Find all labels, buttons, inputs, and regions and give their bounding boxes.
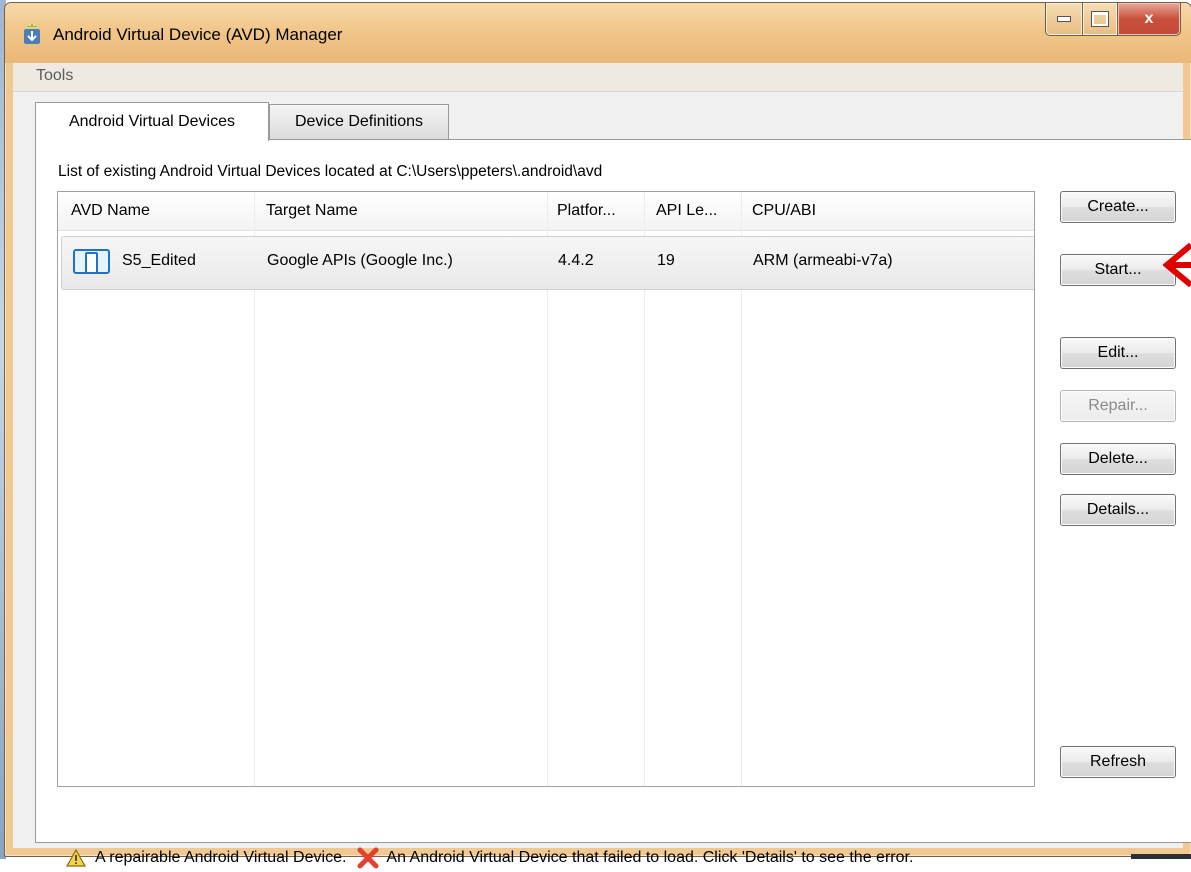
tab-device-definitions[interactable]: Device Definitions (269, 104, 449, 139)
avd-location-label: List of existing Android Virtual Devices… (58, 163, 603, 180)
column-header-target-name[interactable]: Target Name (266, 202, 358, 220)
red-arrow-icon (1163, 243, 1191, 287)
menu-bar: Tools (13, 63, 1183, 92)
column-header-avd-name[interactable]: AVD Name (71, 202, 150, 220)
refresh-button[interactable]: Refresh (1060, 746, 1176, 778)
window-title: Android Virtual Device (AVD) Manager (53, 25, 343, 44)
details-button[interactable]: Details... (1060, 494, 1176, 526)
column-header-api-level[interactable]: API Le... (656, 202, 717, 220)
legend-failed-text: An Android Virtual Device that failed to… (386, 849, 914, 866)
taskbar-edge (1131, 854, 1191, 859)
device-icon (73, 249, 110, 274)
minimize-button[interactable] (1045, 3, 1083, 36)
android-download-icon (24, 24, 40, 44)
maximize-icon (1091, 11, 1109, 27)
table-header: AVD Name Target Name Platfor... API Le..… (58, 192, 1034, 231)
cell-api-level: 19 (657, 252, 675, 269)
title-bar[interactable]: Android Virtual Device (AVD) Manager x (5, 3, 1191, 63)
cell-target-name: Google APIs (Google Inc.) (267, 252, 453, 269)
warning-triangle-icon (66, 849, 86, 867)
minimize-icon (1057, 16, 1071, 22)
maximize-button[interactable] (1083, 3, 1118, 36)
edit-button[interactable]: Edit... (1060, 337, 1176, 369)
column-header-platform[interactable]: Platfor... (557, 202, 616, 220)
client-area: Android Virtual Devices Device Definitio… (13, 92, 1191, 869)
avd-table: AVD Name Target Name Platfor... API Le..… (57, 191, 1035, 787)
avd-manager-window: Android Virtual Device (AVD) Manager x T… (4, 2, 1191, 869)
cell-avd-name: S5_Edited (122, 252, 196, 269)
table-row[interactable]: S5_Edited Google APIs (Google Inc.) 4.4.… (61, 236, 1034, 290)
create-button[interactable]: Create... (1060, 191, 1176, 223)
close-button[interactable]: x (1118, 3, 1181, 36)
cell-cpu-abi: ARM (armeabi-v7a) (753, 252, 893, 269)
red-x-icon (357, 847, 379, 869)
delete-button[interactable]: Delete... (1060, 443, 1176, 475)
repair-button[interactable]: Repair... (1060, 390, 1176, 422)
close-icon: x (1144, 10, 1154, 27)
legend: A repairable Android Virtual Device. An … (60, 844, 913, 872)
window-controls: x (1045, 3, 1181, 37)
tab-android-virtual-devices[interactable]: Android Virtual Devices (35, 102, 269, 141)
avd-tab-panel: List of existing Android Virtual Devices… (35, 139, 1191, 869)
start-button[interactable]: Start... (1060, 254, 1176, 286)
cell-platform: 4.4.2 (558, 252, 594, 269)
legend-repairable-text: A repairable Android Virtual Device. (95, 849, 347, 866)
menu-tools[interactable]: Tools (36, 67, 73, 85)
column-header-cpu-abi[interactable]: CPU/ABI (752, 202, 816, 220)
